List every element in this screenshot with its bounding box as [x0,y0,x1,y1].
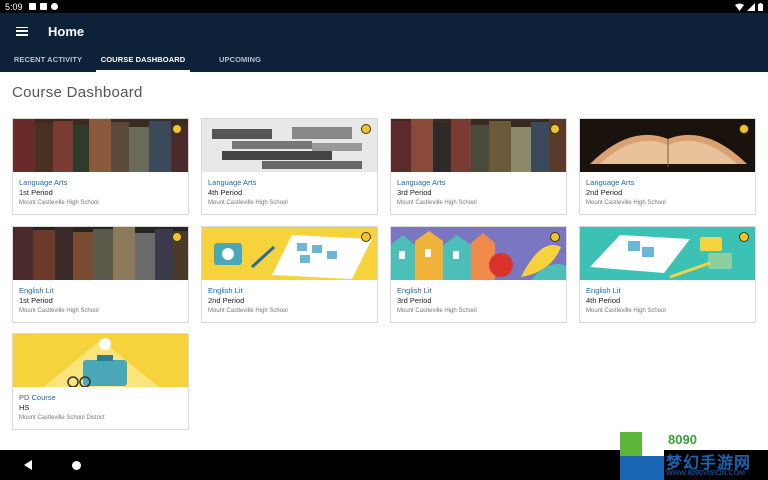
badge-icon [172,124,182,134]
course-image [580,227,755,280]
course-name: English Lit [208,286,243,295]
home-icon[interactable] [72,461,81,470]
course-image [13,334,188,387]
course-name: Language Arts [208,178,257,187]
course-school: Mount Castleville High School [19,308,99,314]
course-image [580,119,755,172]
notification-icon [50,3,58,10]
course-card[interactable]: Language Arts 4th Period Mount Castlevil… [201,118,378,215]
course-school: Mount Castleville High School [208,200,288,206]
back-icon[interactable] [24,460,32,470]
course-name: Language Arts [586,178,635,187]
notification-icon [39,3,47,10]
course-section: 3rd Period [397,296,432,305]
course-school: Mount Castleville School District [19,415,105,421]
main-content: Course Dashboard Language Arts 1st Perio… [0,72,768,450]
watermark-number: 8090 [668,432,697,447]
tab-recent-activity[interactable]: RECENT ACTIVITY [0,49,96,72]
course-school: Mount Castleville High School [397,200,477,206]
course-name: PD Course [19,393,56,402]
notification-icon [28,3,36,10]
badge-icon [550,124,560,134]
signal-icon [747,2,755,11]
course-card[interactable]: Language Arts 2nd Period Mount Castlevil… [579,118,756,215]
tab-upcoming[interactable]: UPCOMING [190,49,290,72]
course-name: Language Arts [19,178,68,187]
course-section: 2nd Period [208,296,245,305]
course-card[interactable]: English Lit 4th Period Mount Castleville… [579,226,756,323]
course-section: 4th Period [586,296,621,305]
course-school: Mount Castleville High School [586,200,666,206]
course-school: Mount Castleville High School [586,308,666,314]
badge-icon [361,124,371,134]
course-school: Mount Castleville High School [397,308,477,314]
course-card[interactable]: English Lit 2nd Period Mount Castleville… [201,226,378,323]
course-section: 1st Period [19,296,53,305]
wifi-icon [735,3,744,11]
course-section: 1st Period [19,188,53,197]
badge-icon [550,232,560,242]
course-card[interactable]: PD Course HS Mount Castleville School Di… [12,333,189,430]
watermark: 8090 梦幻手游网 WWW.8090VISION.COM [620,432,768,480]
badge-icon [739,232,749,242]
watermark-logo-icon [620,432,664,480]
course-name: English Lit [19,286,54,295]
course-school: Mount Castleville High School [208,308,288,314]
page-title: Course Dashboard [12,84,143,101]
course-name: Language Arts [397,178,446,187]
course-card[interactable]: Language Arts 3rd Period Mount Castlevil… [390,118,567,215]
badge-icon [739,124,749,134]
course-section: 2nd Period [586,188,623,197]
course-image [391,227,566,280]
course-school: Mount Castleville High School [19,200,99,206]
watermark-url: WWW.8090VISION.COM [666,470,745,477]
app-title: Home [48,23,85,39]
badge-icon [172,232,182,242]
course-name: English Lit [397,286,432,295]
course-name: English Lit [586,286,621,295]
course-card[interactable]: English Lit 3rd Period Mount Castleville… [390,226,567,323]
badge-icon [361,232,371,242]
course-image [391,119,566,172]
tab-bar: RECENT ACTIVITY COURSE DASHBOARD UPCOMIN… [0,49,768,72]
course-image [13,119,188,172]
hamburger-menu-icon[interactable] [16,26,28,36]
course-section: 3rd Period [397,188,432,197]
course-image [13,227,188,280]
course-section: HS [19,403,30,412]
status-bar: 5:09 [0,0,768,13]
course-card[interactable]: English Lit 1st Period Mount Castleville… [12,226,189,323]
course-image [202,227,377,280]
status-time: 5:09 [5,1,23,12]
app-bar: Home [0,13,768,49]
tab-course-dashboard[interactable]: COURSE DASHBOARD [96,49,190,72]
course-section: 4th Period [208,188,243,197]
course-image [202,119,377,172]
battery-icon [758,2,763,11]
course-card[interactable]: Language Arts 1st Period Mount Castlevil… [12,118,189,215]
